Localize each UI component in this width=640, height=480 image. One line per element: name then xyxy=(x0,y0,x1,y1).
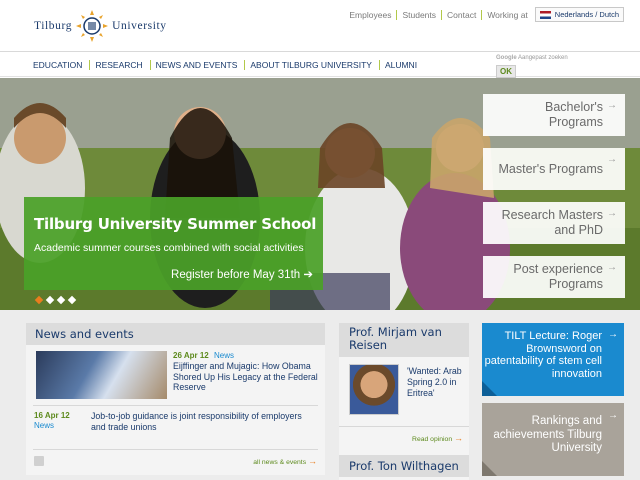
rss-icon[interactable] xyxy=(34,456,44,466)
logo-text-left: Tilburg xyxy=(34,20,73,32)
post-experience-link[interactable]: Post experience Programs → xyxy=(483,256,625,298)
language-label: Nederlands / Dutch xyxy=(554,10,619,19)
news-2-date: 16 Apr 12 xyxy=(34,411,70,420)
news-thumbnail[interactable] xyxy=(36,351,167,399)
header: Tilburg University Employees Students Co… xyxy=(0,0,640,52)
slide-dot-3[interactable] xyxy=(56,295,66,305)
corner-decoration xyxy=(482,381,497,396)
prof-1-quote[interactable]: 'Wanted: Arab Spring 2.0 in Eritrea' xyxy=(407,366,465,399)
prof-1-name[interactable]: Prof. Mirjam van Reisen xyxy=(339,323,469,357)
feature-title: Tilburg University Summer School xyxy=(34,215,317,233)
university-logo[interactable]: Tilburg University xyxy=(34,10,167,42)
arrow-right-icon: → xyxy=(308,456,317,466)
nav-education[interactable]: EDUCATION xyxy=(28,60,91,70)
research-line-1: Research Masters xyxy=(501,208,603,222)
arrow-right-icon: → xyxy=(607,154,617,165)
language-switch[interactable]: Nederlands / Dutch xyxy=(534,7,624,22)
opinion-panel: Prof. Mirjam van Reisen 'Wanted: Arab Sp… xyxy=(339,323,469,480)
dutch-flag-icon xyxy=(539,10,551,19)
arrow-right-icon: → xyxy=(454,433,463,443)
bachelors-line-2: Programs xyxy=(548,115,603,129)
arrow-right-icon: ➔ xyxy=(303,269,313,281)
research-line-2: and PhD xyxy=(554,223,603,237)
register-link[interactable]: Register before May 31th ➔ xyxy=(171,267,313,281)
search-input[interactable]: Google Aangepast zoeken xyxy=(496,55,568,61)
emblem-icon xyxy=(76,10,109,42)
read-opinion-link[interactable]: Read opinion → xyxy=(412,433,463,443)
slide-dot-1[interactable] xyxy=(34,295,44,305)
arrow-right-icon: → xyxy=(607,100,617,111)
search-placeholder: Aangepast zoeken xyxy=(518,55,568,61)
arrow-right-icon: → xyxy=(608,410,618,421)
google-label: Google xyxy=(496,55,517,61)
news-2-category[interactable]: News xyxy=(34,421,54,430)
arrow-right-icon: → xyxy=(608,329,618,340)
nav-about[interactable]: ABOUT TILBURG UNIVERSITY xyxy=(245,60,380,70)
bachelors-line-1: Bachelor's xyxy=(545,100,603,114)
nav-research[interactable]: RESEARCH xyxy=(90,60,151,70)
news-1-date: 26 Apr 12 xyxy=(173,351,209,360)
arrow-right-icon: → xyxy=(607,208,617,219)
news-panel: News and events 26 Apr 12 News Eijffinge… xyxy=(26,323,325,475)
nav-alumni[interactable]: ALUMNI xyxy=(380,60,424,70)
top-links: Employees Students Contact Working at Ne… xyxy=(344,7,624,22)
arrow-right-icon: → xyxy=(607,262,617,273)
slide-dot-2[interactable] xyxy=(45,295,55,305)
rankings-box[interactable]: Rankings and achievements Tilburg Univer… xyxy=(482,403,624,476)
divider xyxy=(33,449,318,450)
feature-subtitle: Academic summer courses combined with so… xyxy=(34,242,304,254)
search-ok-button[interactable]: OK xyxy=(496,65,516,78)
all-news-label: all news & events xyxy=(253,459,307,466)
prof-2-name[interactable]: Prof. Ton Wilthagen xyxy=(339,455,469,477)
tilt-lecture-box[interactable]: TILT Lecture: Roger Brownsword on patent… xyxy=(482,323,624,396)
hero-banner[interactable]: Tilburg University Summer School Academi… xyxy=(0,78,640,310)
post-line-2: Programs xyxy=(548,277,603,291)
rankings-text: Rankings and achievements Tilburg Univer… xyxy=(493,415,602,454)
masters-label: Master's Programs xyxy=(498,161,604,176)
news-1-category[interactable]: News xyxy=(214,351,234,360)
students-link[interactable]: Students xyxy=(397,9,443,20)
masters-programs-link[interactable]: Master's Programs → xyxy=(483,148,625,190)
tilt-lecture-text: TILT Lecture: Roger Brownsword on patent… xyxy=(484,330,602,380)
divider xyxy=(339,426,469,427)
working-at-link[interactable]: Working at xyxy=(482,10,532,20)
bachelors-programs-link[interactable]: Bachelor's Programs → xyxy=(483,94,625,136)
register-label: Register before May 31th xyxy=(171,269,301,281)
research-masters-link[interactable]: Research Masters and PhD → xyxy=(483,202,625,244)
post-line-1: Post experience xyxy=(513,262,603,276)
summer-school-feature[interactable]: Tilburg University Summer School Academi… xyxy=(24,197,323,290)
all-news-link[interactable]: all news & events → xyxy=(253,456,317,466)
nav-news-and-events[interactable]: NEWS AND EVENTS xyxy=(151,60,246,70)
news-2-title[interactable]: Job-to-job guidance is joint responsibil… xyxy=(91,411,316,433)
logo-text-right: University xyxy=(112,20,167,32)
news-1-title[interactable]: Eijffinger and Mujagic: How Obama Shored… xyxy=(173,361,318,393)
corner-decoration xyxy=(482,461,497,476)
divider xyxy=(33,405,318,406)
contact-link[interactable]: Contact xyxy=(442,9,483,20)
slide-dot-4[interactable] xyxy=(67,295,77,305)
news-heading: News and events xyxy=(26,323,325,345)
main-nav: EDUCATION RESEARCH NEWS AND EVENTS ABOUT… xyxy=(0,53,640,78)
slider-dots xyxy=(34,295,77,305)
prof-1-photo[interactable] xyxy=(349,364,399,415)
lower-content: News and events 26 Apr 12 News Eijffinge… xyxy=(0,310,640,480)
read-opinion-label: Read opinion xyxy=(412,436,453,443)
employees-link[interactable]: Employees xyxy=(344,9,398,20)
